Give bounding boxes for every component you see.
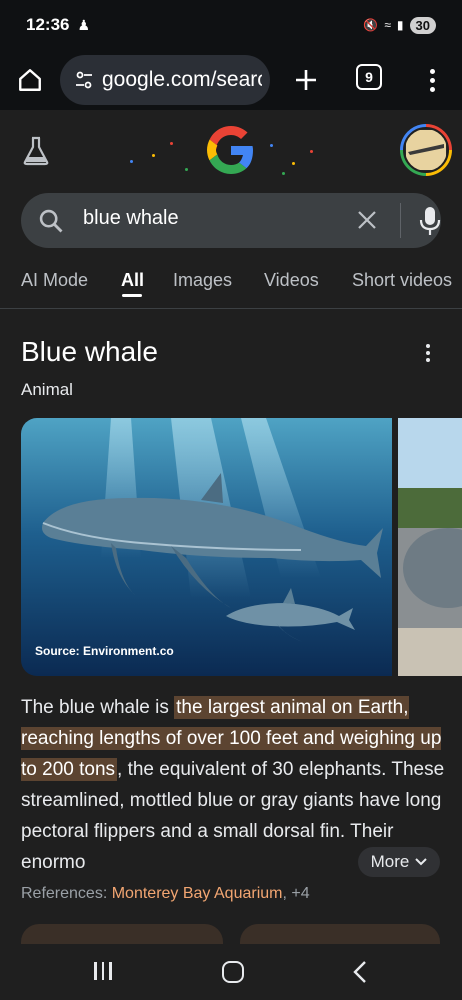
url-text[interactable]: google.com/search: [102, 68, 262, 92]
tab-videos[interactable]: Videos: [264, 270, 319, 291]
references-line: References: Monterey Bay Aquarium, +4: [21, 885, 310, 903]
wifi-icon: ≈: [384, 18, 391, 32]
beach-whale-image: [398, 418, 462, 676]
browser-toolbar: google.com/search 9: [0, 50, 462, 110]
status-icons: 🔇 ≈ ▮ 30: [363, 16, 436, 34]
references-more[interactable]: , +4: [282, 885, 309, 902]
tab-short-videos[interactable]: Short videos: [352, 270, 452, 291]
reference-link-monterey[interactable]: Monterey Bay Aquarium: [112, 885, 283, 902]
labs-flask-icon[interactable]: [22, 136, 50, 166]
search-divider: [400, 203, 401, 238]
google-logo[interactable]: [205, 124, 257, 176]
search-icon[interactable]: [37, 207, 65, 235]
new-tab-button[interactable]: [286, 60, 326, 100]
search-box: [21, 193, 441, 248]
search-type-tabs: AI Mode All Images Videos Short videos: [0, 262, 462, 304]
knowledge-panel-title[interactable]: Blue whale: [21, 336, 158, 368]
search-input[interactable]: [83, 207, 333, 230]
google-header: [0, 110, 462, 190]
whale-image[interactable]: Source: Environment.co: [21, 418, 392, 676]
battery-icon: 30: [409, 16, 436, 34]
knowledge-panel-menu-button[interactable]: [426, 344, 430, 362]
plus-icon: [296, 70, 316, 90]
image-source-label: Source: Environment.co: [35, 644, 174, 658]
knowledge-panel-subtitle: Animal: [21, 380, 73, 399]
clear-icon[interactable]: [355, 208, 379, 232]
home-icon: [19, 69, 41, 91]
status-time: 12:36: [26, 15, 70, 34]
tab-ai-mode[interactable]: AI Mode: [21, 270, 88, 291]
description-intro: The blue whale is: [21, 697, 175, 718]
recents-button[interactable]: [94, 962, 112, 980]
account-avatar[interactable]: [400, 124, 452, 176]
person-icon: ♟: [77, 16, 91, 33]
system-navigation-bar: [0, 944, 462, 1000]
more-label: More: [370, 852, 410, 871]
tab-switcher-button[interactable]: 9: [356, 64, 382, 90]
references-label: References:: [21, 885, 112, 902]
more-button[interactable]: More: [358, 847, 440, 877]
chevron-down-icon: [415, 858, 428, 866]
second-image[interactable]: [398, 418, 462, 676]
home-nav-button[interactable]: [222, 961, 244, 983]
mute-icon: 🔇: [363, 18, 379, 32]
signal-icon: ▮: [396, 18, 404, 32]
tab-all[interactable]: All: [121, 270, 144, 291]
tabs-divider: [0, 308, 462, 309]
browser-menu-button[interactable]: [420, 62, 444, 98]
whale-illustration: [21, 418, 392, 676]
microphone-icon[interactable]: [419, 206, 441, 236]
address-bar[interactable]: google.com/search: [60, 55, 270, 105]
tab-images[interactable]: Images: [173, 270, 232, 291]
active-tab-indicator: [122, 294, 142, 297]
site-settings-icon[interactable]: [74, 70, 94, 90]
status-bar: 12:36 ♟ 🔇 ≈ ▮ 30: [0, 0, 462, 50]
avatar-image: [406, 130, 446, 170]
home-button[interactable]: [0, 50, 60, 110]
back-icon[interactable]: [352, 960, 368, 984]
